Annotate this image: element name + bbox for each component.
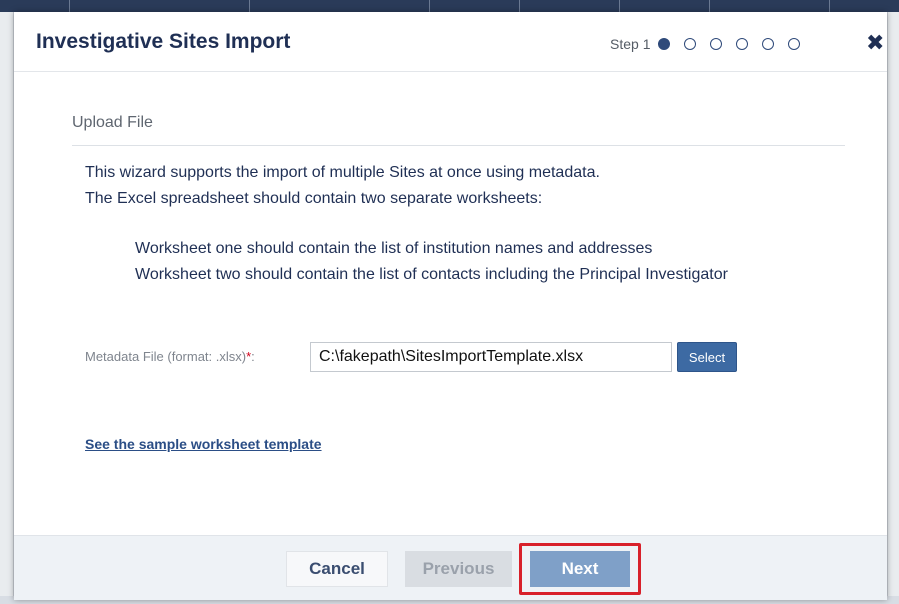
step-dot-3	[710, 38, 723, 50]
step-dot-5	[762, 38, 775, 50]
intro-text: This wizard supports the import of multi…	[85, 160, 845, 212]
step-label: Step 1	[610, 36, 651, 52]
step-dot-1	[658, 38, 671, 50]
step-dot-4	[736, 38, 749, 50]
background-cell	[520, 0, 620, 12]
background-cell	[0, 0, 70, 12]
intro-line: The Excel spreadsheet should contain two…	[85, 190, 543, 207]
background-cell	[710, 0, 830, 12]
section-title: Upload File	[72, 114, 153, 131]
background-cell	[250, 0, 430, 12]
previous-button[interactable]: Previous	[405, 551, 512, 587]
cancel-button[interactable]: Cancel	[286, 551, 388, 587]
sample-template-link[interactable]: See the sample worksheet template	[85, 436, 322, 452]
intro-line: This wizard supports the import of multi…	[85, 164, 600, 181]
dialog-title: Investigative Sites Import	[36, 30, 291, 53]
worksheet-description: Worksheet one should contain the list of…	[135, 236, 855, 288]
dialog-header: Investigative Sites Import Step 1 ✖	[14, 12, 887, 72]
metadata-file-input[interactable]	[310, 342, 672, 372]
metadata-file-label: Metadata File (format: .xlsx)*:	[85, 349, 255, 364]
select-file-button[interactable]: Select	[677, 342, 737, 372]
background-cell	[620, 0, 710, 12]
worksheet-two-text: Worksheet two should contain the list of…	[135, 266, 728, 283]
background-right-panel	[887, 12, 899, 604]
import-wizard-dialog: Investigative Sites Import Step 1 ✖ Uplo…	[14, 12, 887, 600]
background-table-header	[0, 0, 899, 12]
background-cell	[70, 0, 250, 12]
background-left-panel	[0, 12, 14, 604]
close-icon[interactable]: ✖	[866, 32, 886, 54]
background-cell	[430, 0, 520, 12]
worksheet-one-text: Worksheet one should contain the list of…	[135, 240, 653, 257]
dialog-footer: Cancel Previous Next	[14, 535, 887, 600]
label-colon: :	[251, 349, 255, 364]
step-dot-2	[684, 38, 697, 50]
wizard-stepper: Step 1	[610, 34, 814, 54]
metadata-file-label-text: Metadata File (format: .xlsx)	[85, 349, 247, 364]
next-button[interactable]: Next	[530, 551, 630, 587]
section-divider	[72, 145, 845, 146]
step-dot-6	[788, 38, 801, 50]
